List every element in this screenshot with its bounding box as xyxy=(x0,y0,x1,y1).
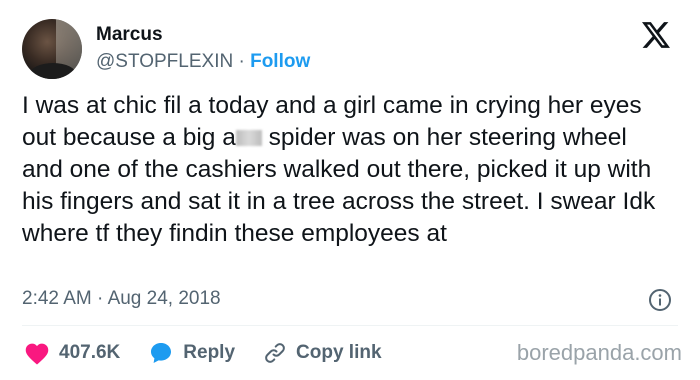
user-info: Marcus @STOPFLEXIN · Follow xyxy=(96,23,310,75)
action-bar: 407.6K Reply Copy link xyxy=(24,340,410,366)
reply-button[interactable]: Reply xyxy=(148,341,235,365)
info-icon[interactable] xyxy=(648,288,672,312)
display-name[interactable]: Marcus xyxy=(96,23,310,47)
reply-label: Reply xyxy=(183,342,236,363)
tweet-header: Marcus @STOPFLEXIN · Follow xyxy=(22,18,310,80)
handle-row: @STOPFLEXIN · Follow xyxy=(96,49,310,75)
like-count: 407.6K xyxy=(59,342,121,363)
timestamp-separator: · xyxy=(97,288,104,309)
tweet-text: I was at chic fil a today and a girl cam… xyxy=(22,90,672,250)
tweet-date: Aug 24, 2018 xyxy=(107,288,221,309)
divider xyxy=(22,325,678,326)
copy-link-label: Copy link xyxy=(296,342,382,363)
censored-blur xyxy=(235,130,262,146)
link-icon xyxy=(265,343,285,363)
copy-link-button[interactable]: Copy link xyxy=(263,341,382,365)
follow-button[interactable]: Follow xyxy=(250,51,310,72)
handle-separator: · xyxy=(238,51,245,72)
reply-bubble-icon xyxy=(151,343,172,363)
heart-icon xyxy=(25,343,49,365)
tweet-time: 2:42 AM xyxy=(22,288,92,309)
tweet-card: Marcus @STOPFLEXIN · Follow I was at chi… xyxy=(0,0,700,380)
user-handle[interactable]: @STOPFLEXIN xyxy=(96,51,233,72)
x-logo-icon[interactable] xyxy=(642,22,670,48)
avatar[interactable] xyxy=(22,19,82,79)
tweet-timestamp[interactable]: 2:42 AM · Aug 24, 2018 xyxy=(22,287,221,311)
watermark: boredpanda.com xyxy=(516,340,682,365)
like-button[interactable]: 407.6K xyxy=(24,341,120,365)
